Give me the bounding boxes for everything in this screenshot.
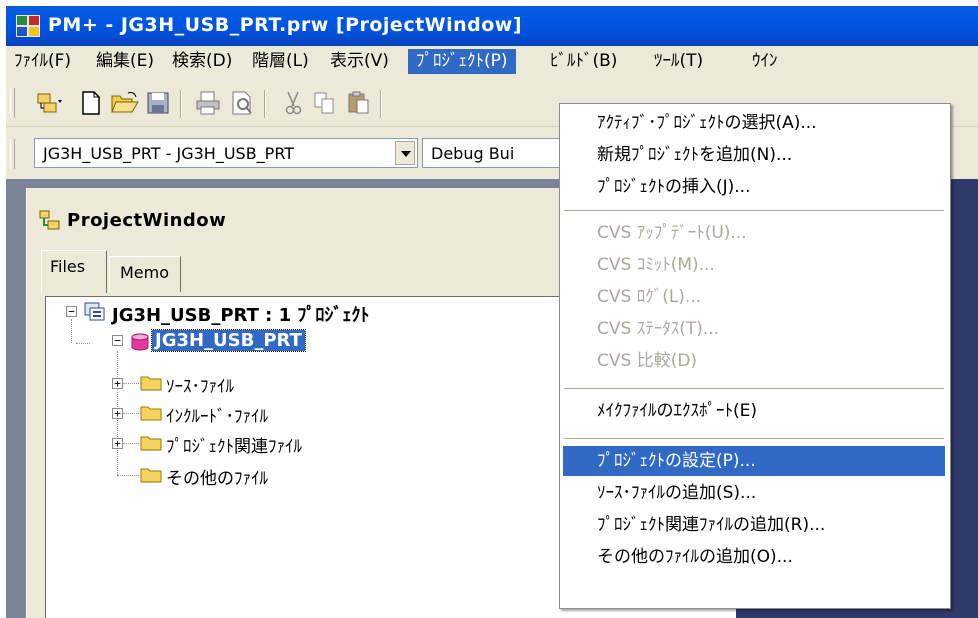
tree-connector	[123, 443, 139, 444]
expand-toggle[interactable]: +	[112, 438, 123, 449]
collapse-toggle[interactable]: −	[66, 306, 77, 317]
menu-item-project-settings[interactable]: ﾌﾟﾛｼﾞｪｸﾄの設定(P)...	[563, 446, 945, 476]
open-menu-icon[interactable]	[36, 90, 66, 120]
copy-icon[interactable]	[312, 90, 338, 120]
app-icon	[16, 15, 40, 37]
folder-icon	[140, 434, 162, 451]
collapse-toggle[interactable]: −	[112, 335, 123, 346]
tree-project-label[interactable]: JG3H_USB_PRT	[151, 329, 306, 352]
menu-separator	[564, 388, 944, 389]
tree-connector	[76, 343, 90, 344]
menu-item-add-new-project[interactable]: 新規ﾌﾟﾛｼﾞｪｸﾄを追加(N)...	[563, 140, 945, 170]
toolbar-grip[interactable]	[10, 139, 15, 169]
menu-item-cvs-update: CVS ｱｯﾌﾟﾃﾞｰﾄ(U)...	[597, 223, 747, 243]
menu-hierarchy[interactable]: 階層(L)	[244, 49, 317, 74]
menu-item-cvs-commit: CVS ｺﾐｯﾄ(M)...	[597, 255, 715, 275]
tree-connector	[123, 413, 139, 414]
window-title: PM+ - JG3H_USB_PRT.prw [ProjectWindow]	[48, 14, 523, 36]
project-select-value: JG3H_USB_PRT - JG3H_USB_PRT	[43, 144, 295, 163]
build-config-value: Debug Bui	[431, 144, 515, 163]
menu-project[interactable]: ﾌﾟﾛｼﾞｪｸﾄ(P)	[408, 49, 516, 74]
menu-file[interactable]: ﾌｧｲﾙ(F)	[6, 49, 79, 74]
menu-tools[interactable]: ﾂｰﾙ(T)	[646, 49, 711, 74]
tree-folder-label[interactable]: ｲﾝｸﾙｰﾄﾞ･ﾌｧｲﾙ	[166, 402, 268, 427]
project-group-icon	[84, 302, 106, 326]
print-preview-icon[interactable]	[230, 90, 256, 120]
menu-separator	[564, 210, 944, 211]
menu-item-cvs-diff: CVS 比較(D)	[597, 351, 698, 371]
menu-edit[interactable]: 編集(E)	[88, 49, 162, 74]
menu-item-insert-project[interactable]: ﾌﾟﾛｼﾞｪｸﾄの挿入(J)...	[563, 172, 945, 202]
open-folder-icon[interactable]	[110, 90, 140, 120]
cut-icon[interactable]	[282, 90, 304, 120]
new-file-icon[interactable]	[80, 90, 102, 120]
menu-separator	[564, 438, 944, 439]
folder-icon	[140, 374, 162, 391]
project-window-icon	[39, 210, 61, 234]
project-menu: ｱｸﾃｨﾌﾞ･ﾌﾟﾛｼﾞｪｸﾄの選択(A)... 新規ﾌﾟﾛｼﾞｪｸﾄを追加(N…	[559, 103, 951, 609]
menu-bar: ﾌｧｲﾙ(F) 編集(E) 検索(D) 階層(L) 表示(V) ﾌﾟﾛｼﾞｪｸﾄ…	[6, 46, 978, 79]
menu-view[interactable]: 表示(V)	[322, 49, 397, 74]
project-window-title: ProjectWindow	[67, 210, 227, 231]
print-icon[interactable]	[194, 90, 222, 120]
tree-folder-label[interactable]: その他のﾌｧｲﾙ	[166, 464, 268, 489]
tree-connector	[71, 319, 72, 343]
menu-window[interactable]: ｳｲﾝ	[744, 49, 786, 74]
title-bar[interactable]: PM+ - JG3H_USB_PRT.prw [ProjectWindow]	[6, 6, 978, 46]
tab-files[interactable]: Files	[41, 250, 107, 293]
folder-icon	[140, 466, 162, 483]
menu-item-cvs-log: CVS ﾛｸﾞ(L)...	[597, 287, 702, 307]
expand-toggle[interactable]: +	[112, 408, 123, 419]
folder-icon	[140, 404, 162, 421]
menu-search[interactable]: 検索(D)	[164, 49, 240, 74]
project-select[interactable]: JG3H_USB_PRT - JG3H_USB_PRT	[34, 138, 418, 168]
save-icon[interactable]	[146, 90, 170, 120]
tree-folder-label[interactable]: ﾌﾟﾛｼﾞｪｸﾄ関連ﾌｧｲﾙ	[166, 432, 302, 457]
toolbar-separator	[180, 90, 182, 118]
menu-item-add-source-file[interactable]: ｿｰｽ･ﾌｧｲﾙの追加(S)...	[563, 478, 945, 508]
toolbar-separator	[380, 90, 382, 118]
menu-item-add-project-related-file[interactable]: ﾌﾟﾛｼﾞｪｸﾄ関連ﾌｧｲﾙの追加(R)...	[563, 510, 945, 540]
project-icon	[130, 332, 150, 356]
paste-icon[interactable]	[346, 90, 372, 120]
menu-item-export-makefile[interactable]: ﾒｲｸﾌｧｲﾙのｴｸｽﾎﾟｰﾄ(E)	[563, 396, 945, 426]
menu-item-select-active-project[interactable]: ｱｸﾃｨﾌﾞ･ﾌﾟﾛｼﾞｪｸﾄの選択(A)...	[563, 108, 945, 138]
tab-memo[interactable]: Memo	[109, 256, 181, 292]
tree-folder-label[interactable]: ｿｰｽ･ﾌｧｲﾙ	[166, 372, 234, 397]
toolbar-separator	[264, 90, 266, 118]
menu-item-add-other-file[interactable]: その他のﾌｧｲﾙの追加(O)...	[563, 542, 945, 572]
menu-build[interactable]: ﾋﾞﾙﾄﾞ(B)	[542, 49, 625, 74]
expand-toggle[interactable]: +	[112, 378, 123, 389]
tree-connector	[117, 475, 139, 476]
chevron-down-icon[interactable]	[395, 141, 415, 165]
tree-connector	[123, 383, 139, 384]
tree-root-label: JG3H_USB_PRT : 1 ﾌﾟﾛｼﾞｪｸﾄ	[112, 305, 370, 326]
application-window: PM+ - JG3H_USB_PRT.prw [ProjectWindow] ﾌ…	[6, 6, 978, 618]
toolbar-grip[interactable]	[10, 88, 15, 118]
menu-item-cvs-status: CVS ｽﾃｰﾀｽ(T)...	[597, 319, 720, 339]
